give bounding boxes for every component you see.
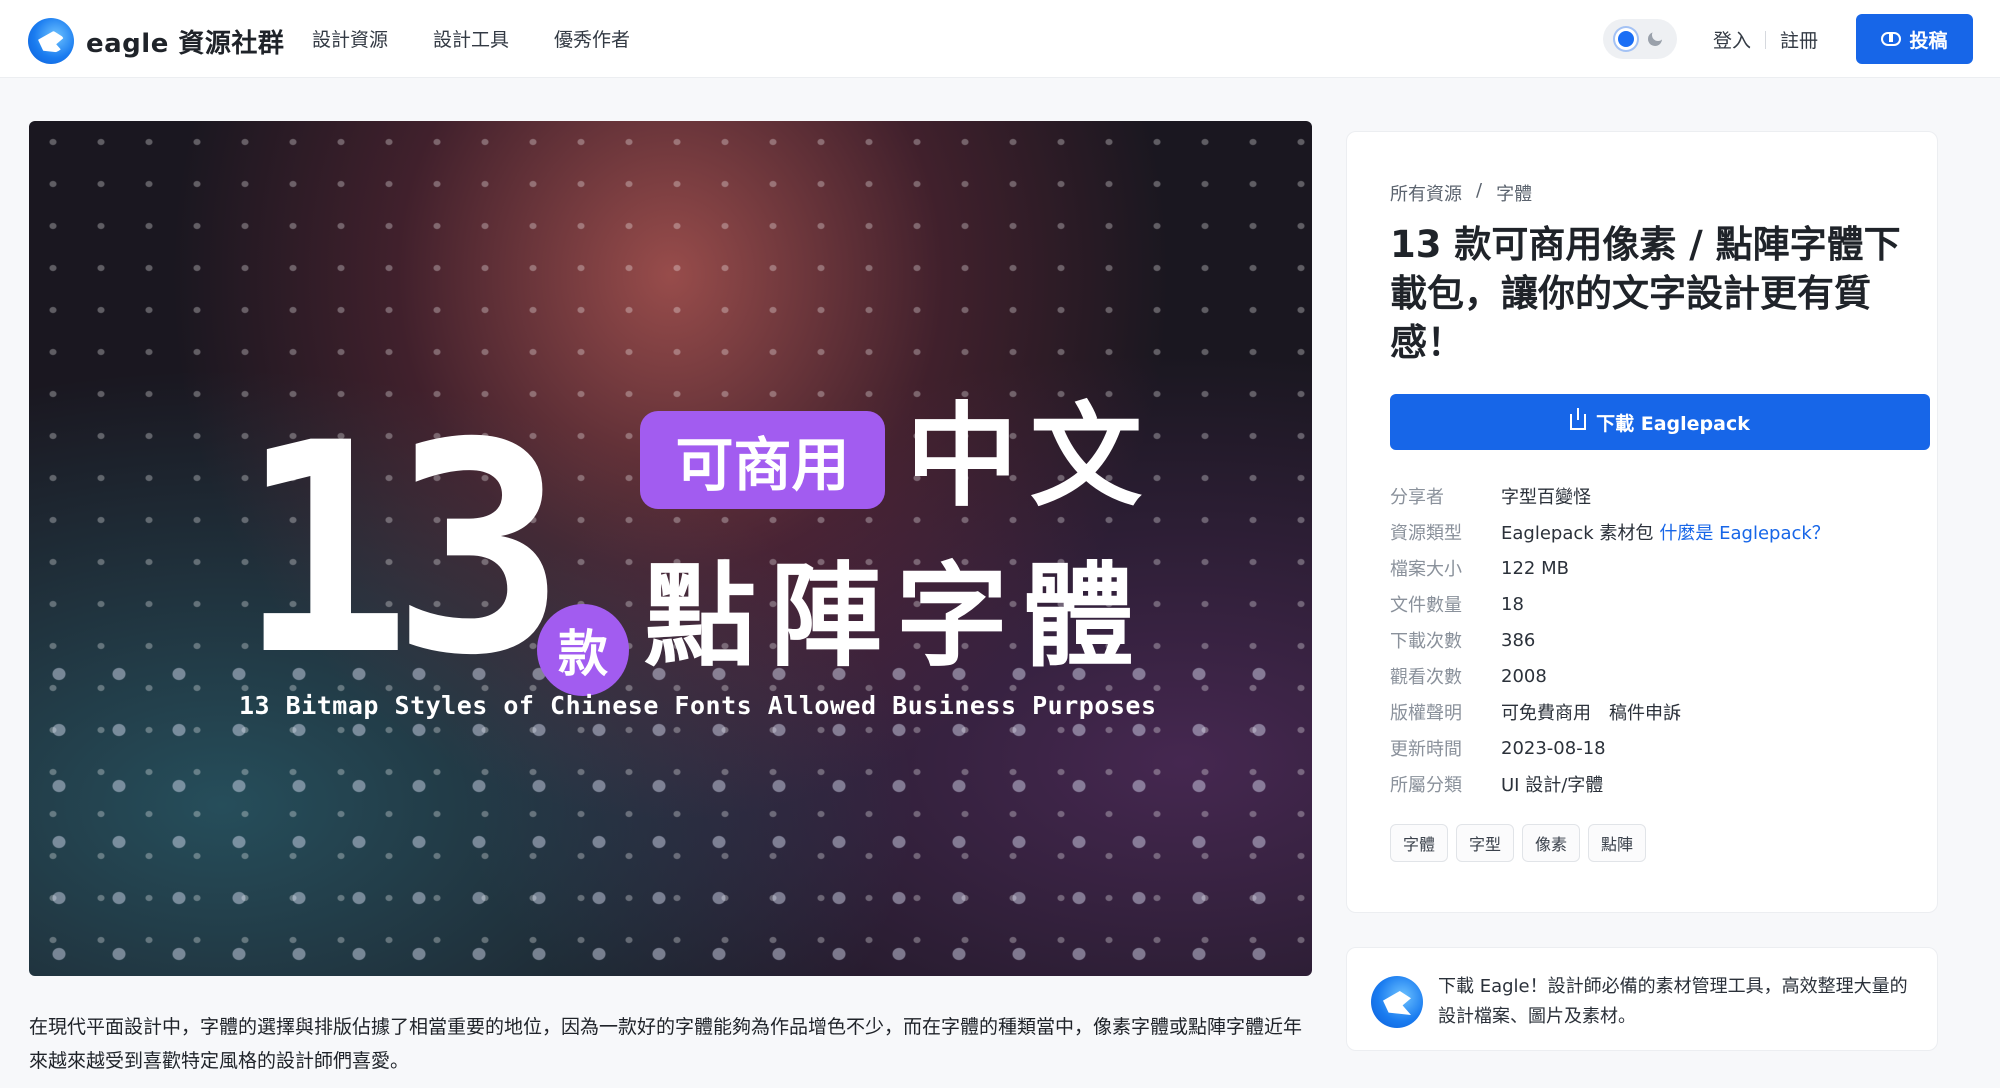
meta-key: 分享者: [1390, 487, 1444, 508]
tag-typeface[interactable]: 字型: [1456, 824, 1515, 862]
eagle-promo-card[interactable]: 下載 Eagle！設計師必備的素材管理工具，高效整理大量的設計檔案、圖片及素材。: [1346, 947, 1938, 1051]
breadcrumb: 所有資源 / 字體: [1390, 180, 1532, 206]
article-description: 在現代平面設計中，字體的選擇與排版佔據了相當重要的地位，因為一款好的字體能夠為作…: [29, 1016, 1303, 1072]
nav-item-authors[interactable]: 優秀作者: [554, 25, 630, 52]
what-is-eaglepack-link[interactable]: 什麼是 Eaglepack？: [1659, 519, 1829, 545]
register-link[interactable]: 註冊: [1780, 26, 1818, 53]
report-link[interactable]: 稿件申訴: [1609, 699, 1681, 725]
nav-item-design-resources[interactable]: 設計資源: [312, 25, 388, 52]
sun-icon[interactable]: [1618, 31, 1634, 47]
meta-row-downloads: 下載次數 386: [1390, 622, 1930, 658]
meta-row-sharer: 分享者 字型百變怪: [1390, 478, 1930, 514]
auth-divider: [1765, 30, 1767, 49]
meta-key: 文件數量: [1390, 595, 1462, 616]
meta-row-views: 觀看次數 2008: [1390, 658, 1930, 694]
meta-value-updated: 2023-08-18: [1501, 737, 1606, 759]
hero-line2: 點陣字體: [644, 552, 1148, 682]
meta-key: 版權聲明: [1390, 703, 1462, 724]
hero-image: 13 可商用 中文 款 點陣字體 13 Bitmap Styles of Chi…: [29, 121, 1312, 976]
resource-title: 13 款可商用像素 / 點陣字體下載包，讓你的文字設計更有質感！: [1390, 223, 1901, 364]
tag-list: 字體 字型 像素 點陣: [1390, 824, 1647, 862]
moon-icon[interactable]: [1648, 29, 1664, 46]
meta-value-category[interactable]: UI 設計/字體: [1501, 771, 1603, 797]
breadcrumb-all-resources[interactable]: 所有資源: [1390, 180, 1462, 206]
post-button[interactable]: 投稿: [1856, 14, 1973, 64]
login-link[interactable]: 登入: [1713, 26, 1751, 53]
meta-key: 檔案大小: [1390, 559, 1462, 580]
tag-font[interactable]: 字體: [1390, 824, 1449, 862]
post-button-label: 投稿: [1909, 29, 1948, 52]
nav-item-design-tools[interactable]: 設計工具: [433, 25, 509, 52]
meta-key: 更新時間: [1390, 739, 1462, 760]
meta-value-size: 122 MB: [1501, 557, 1569, 579]
hero-english-subtitle: 13 Bitmap Styles of Chinese Fonts Allowe…: [239, 691, 1157, 720]
meta-row-license: 版權聲明 可免費商用 稿件申訴: [1390, 694, 1930, 730]
meta-value-file-count: 18: [1501, 593, 1524, 615]
eagle-logo-icon: [28, 18, 74, 64]
tag-bitmap[interactable]: 點陣: [1588, 824, 1647, 862]
theme-toggle[interactable]: [1603, 19, 1677, 59]
tag-pixel[interactable]: 像素: [1522, 824, 1581, 862]
auth-links: 登入 註冊: [1713, 26, 1818, 53]
meta-value-sharer[interactable]: 字型百變怪: [1501, 483, 1591, 509]
meta-value-downloads: 386: [1501, 629, 1536, 651]
meta-row-type: 資源類型 Eaglepack 素材包 什麼是 Eaglepack？: [1390, 514, 1930, 550]
download-eaglepack-button[interactable]: 下載 Eaglepack: [1390, 394, 1930, 450]
logo-text: eagle 資源社群: [86, 28, 285, 59]
meta-row-size: 檔案大小 122 MB: [1390, 550, 1930, 586]
eagle-logo-icon: [1371, 976, 1423, 1028]
meta-row-updated: 更新時間 2023-08-18: [1390, 730, 1930, 766]
breadcrumb-fonts[interactable]: 字體: [1496, 180, 1532, 206]
meta-value-type: Eaglepack 素材包: [1501, 523, 1654, 544]
breadcrumb-separator: /: [1476, 180, 1483, 201]
meta-key: 所屬分類: [1390, 775, 1462, 796]
site-logo[interactable]: eagle 資源社群: [28, 18, 284, 64]
meta-row-file-count: 文件數量 18: [1390, 586, 1930, 622]
download-button-label: 下載 Eaglepack: [1596, 412, 1750, 435]
meta-key: 觀看次數: [1390, 667, 1462, 688]
top-header: eagle 資源社群 設計資源 設計工具 優秀作者 登入 註冊 投稿: [0, 0, 2000, 78]
resource-info-card: 所有資源 / 字體 13 款可商用像素 / 點陣字體下載包，讓你的文字設計更有質…: [1346, 131, 1938, 913]
hero-big-number: 13: [237, 382, 566, 719]
download-icon: [1570, 408, 1587, 430]
meta-key: 資源類型: [1390, 523, 1462, 544]
meta-value-license: 可免費商用: [1501, 703, 1591, 724]
hero-kuan-badge: 款: [537, 604, 629, 696]
main-nav: 設計資源 設計工具 優秀作者: [312, 25, 630, 52]
hero-commercial-pill: 可商用: [640, 411, 885, 509]
promo-text: 下載 Eagle！設計師必備的素材管理工具，高效整理大量的設計檔案、圖片及素材。: [1438, 976, 1908, 1027]
meta-row-category: 所屬分類 UI 設計/字體: [1390, 766, 1930, 802]
meta-key: 下載次數: [1390, 631, 1462, 652]
resource-meta-list: 分享者 字型百變怪 資源類型 Eaglepack 素材包 什麼是 Eaglepa…: [1390, 478, 1930, 802]
upload-cloud-icon: [1881, 32, 1902, 46]
hero-line1: 中文: [906, 392, 1154, 522]
meta-value-views: 2008: [1501, 665, 1547, 687]
